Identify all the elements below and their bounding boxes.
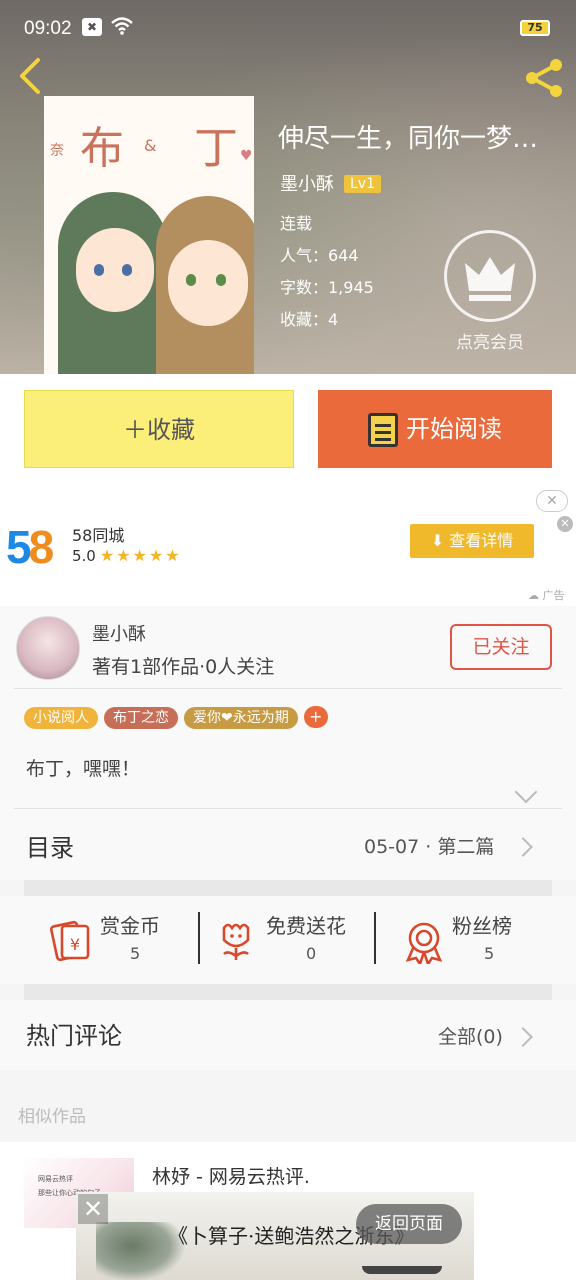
- cover-eye: [94, 264, 104, 276]
- cover-side-text: 奈: [50, 143, 64, 159]
- hot-comments-row[interactable]: 热门评论 全部(0): [0, 1000, 576, 1070]
- tag-chip[interactable]: 小说阅人: [24, 707, 98, 729]
- start-reading-label: 开始阅读: [406, 415, 502, 443]
- book-word-count: 字数：1,945: [280, 278, 374, 297]
- chevron-right-icon: [513, 837, 533, 857]
- banner-boat: [362, 1266, 442, 1274]
- divider: [14, 808, 562, 809]
- catalog-row[interactable]: 目录 05-07 · 第二篇: [0, 810, 576, 880]
- book-favorites: 收藏：4: [280, 310, 339, 329]
- red-envelope-icon: ¥: [50, 920, 90, 962]
- catalog-label: 目录: [26, 834, 74, 862]
- back-icon[interactable]: [14, 56, 48, 96]
- stat-value: 0: [306, 944, 317, 963]
- level-badge: Lv1: [344, 175, 381, 193]
- book-author-row[interactable]: 墨小酥 Lv1: [280, 170, 381, 196]
- book-title: 伸尽一生，同你一梦…: [278, 124, 539, 154]
- ad-tag: ☁ 广告: [528, 589, 565, 602]
- cover-heart: ♥: [240, 148, 253, 164]
- cover-eye: [186, 274, 196, 286]
- notification-icon: ✖: [82, 18, 102, 36]
- author-name[interactable]: 墨小酥: [92, 620, 146, 646]
- tag-chip[interactable]: 爱你❤永远为期: [184, 707, 298, 729]
- tag-chip[interactable]: 布丁之恋: [104, 707, 178, 729]
- cover-face-left: [76, 228, 154, 312]
- stats-row: ¥ 赏金币 5 免费送花 0 粉丝榜 5: [0, 896, 576, 984]
- vip-label[interactable]: 点亮会员: [444, 328, 536, 353]
- wifi-icon: [110, 16, 134, 41]
- flower-icon: [222, 923, 250, 960]
- share-icon[interactable]: [522, 56, 566, 100]
- book-author: 墨小酥: [280, 174, 334, 195]
- similar-works-label: 相似作品: [18, 1107, 86, 1127]
- divider: [14, 688, 562, 689]
- cover-eye: [216, 274, 226, 286]
- ad-banner-58[interactable]: 58 58同城 5.0 ★★★★★ ⬇ 查看详情 ✕ ✕ ☁ 广告: [0, 484, 576, 606]
- ad-logo-digit: 8: [28, 521, 55, 573]
- star-icons: ★★★★★: [99, 546, 182, 565]
- ad-close-icon[interactable]: ✕: [536, 490, 568, 512]
- cover-face-right: [168, 240, 248, 326]
- book-cover[interactable]: 奈 布 & 丁 ♥: [44, 96, 254, 374]
- stat-label: 赏金币: [100, 914, 160, 938]
- similar-work-title: 林妤 - 网易云热评.: [152, 1166, 310, 1188]
- ad-logo-digit: 5: [6, 521, 32, 573]
- ad-detail-label: 查看详情: [449, 531, 514, 550]
- vip-crown-icon[interactable]: [444, 230, 536, 322]
- follow-button[interactable]: 已关注: [450, 624, 552, 670]
- chevron-down-icon[interactable]: [514, 780, 538, 804]
- section-separator: [24, 880, 552, 896]
- chevron-right-icon: [513, 1027, 533, 1047]
- author-info: 著有1部作品·0人关注: [92, 656, 275, 678]
- close-icon[interactable]: ✕: [78, 1194, 108, 1224]
- ad-rating: 5.0 ★★★★★: [72, 546, 182, 565]
- battery-icon: 75: [520, 20, 550, 36]
- medal-icon: [405, 922, 443, 964]
- action-bar: ＋收藏 开始阅读: [0, 374, 576, 484]
- ad-name: 58同城: [72, 526, 125, 545]
- stat-divider: [198, 912, 200, 964]
- ad-detail-button[interactable]: ⬇ 查看详情: [410, 524, 534, 558]
- author-section: 墨小酥 著有1部作品·0人关注 已关注 小说阅人 布丁之恋 爱你❤永远为期 + 布丁，…: [0, 606, 576, 832]
- status-bar: 09:02 ✖ 75: [0, 0, 576, 56]
- book-icon: [368, 413, 398, 447]
- start-reading-button[interactable]: 开始阅读: [318, 390, 552, 468]
- stat-divider: [374, 912, 376, 964]
- stat-value: 5: [130, 944, 141, 963]
- cover-title-char: 丁: [194, 123, 238, 174]
- cover-amp: &: [144, 136, 157, 155]
- ad-rating-value: 5.0: [72, 547, 96, 565]
- book-intro: 布丁，嘿嘿！: [26, 758, 141, 780]
- ad-logo: 58: [6, 520, 55, 574]
- book-status: 连载: [280, 214, 313, 233]
- tag-list: 小说阅人 布丁之恋 爱你❤永远为期 +: [24, 706, 328, 729]
- avatar[interactable]: [16, 616, 80, 680]
- stat-label: 粉丝榜: [452, 914, 512, 938]
- stat-value: 5: [484, 944, 495, 963]
- book-popularity: 人气：644: [280, 246, 359, 265]
- latest-chapter: 05-07 · 第二篇: [364, 836, 495, 858]
- status-time: 09:02: [24, 18, 72, 39]
- ad-dismiss-icon[interactable]: ✕: [557, 516, 573, 532]
- cover-title-char: 布: [80, 123, 124, 174]
- hot-comments-label: 热门评论: [26, 1022, 122, 1050]
- collect-button[interactable]: ＋收藏: [24, 390, 294, 468]
- stat-label: 免费送花: [266, 914, 346, 938]
- svg-text:¥: ¥: [70, 935, 80, 954]
- section-separator: [24, 984, 552, 1000]
- return-page-button[interactable]: 返回页面: [356, 1204, 462, 1244]
- all-comments-link[interactable]: 全部(0): [438, 1022, 503, 1049]
- thumb-text: 网易云热评: [38, 1175, 73, 1183]
- book-header: 09:02 ✖ 75 奈 布 & 丁 ♥ 伸尽一生，同你一梦… 墨小酥 Lv1 …: [0, 0, 576, 374]
- cover-eye: [122, 264, 132, 276]
- add-tag-button[interactable]: +: [303, 706, 328, 728]
